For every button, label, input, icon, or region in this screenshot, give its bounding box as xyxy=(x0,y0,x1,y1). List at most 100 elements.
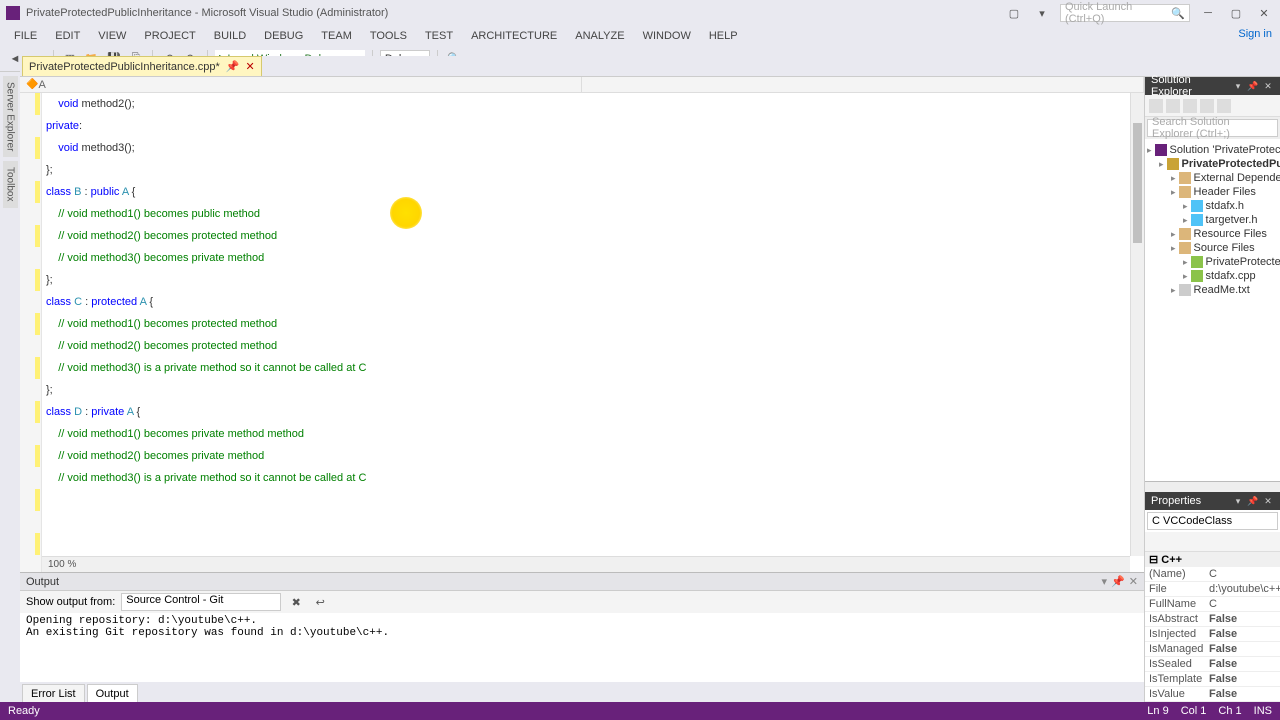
menu-file[interactable]: FILE xyxy=(6,28,45,44)
prop-value[interactable]: False xyxy=(1205,672,1280,687)
code-nav-bar: 🔶 A xyxy=(20,77,1144,93)
menu-help[interactable]: HELP xyxy=(701,28,746,44)
props-dropdown-icon[interactable]: ▾ xyxy=(1232,495,1244,507)
close-button[interactable]: ✕ xyxy=(1254,4,1274,22)
props-spacer xyxy=(1145,482,1280,492)
menu-architecture[interactable]: ARCHITECTURE xyxy=(463,28,565,44)
tree-item[interactable]: ▸stdafx.h xyxy=(1147,199,1278,213)
minimize-button[interactable]: ─ xyxy=(1198,4,1218,22)
output-dropdown-icon[interactable]: ▾ xyxy=(1102,575,1108,588)
editor-gutter xyxy=(20,93,42,572)
status-ch: Ch 1 xyxy=(1218,705,1241,717)
menu-edit[interactable]: EDIT xyxy=(47,28,88,44)
menu-view[interactable]: VIEW xyxy=(90,28,134,44)
left-tool-tabs: Server Explorer Toolbox xyxy=(0,72,20,702)
status-col: Col 1 xyxy=(1181,705,1207,717)
output-wrap-icon[interactable]: ↩ xyxy=(311,593,329,611)
member-dropdown[interactable] xyxy=(582,77,1144,92)
prop-value[interactable]: C xyxy=(1205,567,1280,582)
output-tab-error-list[interactable]: Error List xyxy=(22,684,85,702)
solution-tree[interactable]: ▸Solution 'PrivateProtectedPublicInherit… xyxy=(1145,139,1280,481)
tree-item[interactable]: ▸targetver.h xyxy=(1147,213,1278,227)
horizontal-scrollbar[interactable]: 100 % xyxy=(42,556,1130,572)
notification-icon[interactable]: ▢ xyxy=(1004,4,1024,22)
output-panel-header: Output ▾📌 ✕ xyxy=(20,573,1144,591)
window-title: PrivateProtectedPublicInheritance - Micr… xyxy=(26,7,388,19)
menu-build[interactable]: BUILD xyxy=(206,28,254,44)
tree-item[interactable]: ▸Solution 'PrivateProtectedPublicInherit… xyxy=(1147,143,1278,157)
solution-explorer-header: Solution Explorer ▾📌✕ xyxy=(1145,77,1280,95)
prop-key: IsTemplate xyxy=(1145,672,1205,687)
quick-launch-input[interactable]: Quick Launch (Ctrl+Q)🔍 xyxy=(1060,4,1190,22)
zoom-level[interactable]: 100 % xyxy=(42,554,82,573)
se-props-icon[interactable] xyxy=(1200,99,1214,113)
prop-key: IsAbstract xyxy=(1145,612,1205,627)
server-explorer-tab[interactable]: Server Explorer xyxy=(3,76,18,157)
menu-test[interactable]: TEST xyxy=(417,28,461,44)
output-tab-output[interactable]: Output xyxy=(87,684,138,702)
se-refresh-icon[interactable] xyxy=(1166,99,1180,113)
pin-icon[interactable]: 📌 xyxy=(226,60,240,73)
menu-analyze[interactable]: ANALYZE xyxy=(567,28,632,44)
document-tab[interactable]: PrivateProtectedPublicInheritance.cpp* 📌… xyxy=(22,56,262,76)
status-ready: Ready xyxy=(8,705,40,717)
tree-item[interactable]: ▸Source Files xyxy=(1147,241,1278,255)
props-object-dropdown[interactable]: C VCCodeClass xyxy=(1147,512,1278,530)
vertical-scrollbar[interactable] xyxy=(1130,93,1144,556)
document-tab-label: PrivateProtectedPublicInheritance.cpp* xyxy=(29,61,220,73)
prop-key: IsSealed xyxy=(1145,657,1205,672)
prop-value[interactable]: False xyxy=(1205,687,1280,702)
prop-value[interactable]: False xyxy=(1205,657,1280,672)
menu-project[interactable]: PROJECT xyxy=(136,28,203,44)
props-pin-icon[interactable]: 📌 xyxy=(1247,495,1259,507)
output-pin-icon[interactable]: 📌 xyxy=(1111,575,1125,588)
prop-value[interactable]: d:\youtube\c++\... xyxy=(1205,582,1280,597)
solution-search-input[interactable]: Search Solution Explorer (Ctrl+;) xyxy=(1147,119,1278,137)
se-showall-icon[interactable] xyxy=(1217,99,1231,113)
output-title: Output xyxy=(26,576,59,588)
se-dropdown-icon[interactable]: ▾ xyxy=(1232,80,1244,92)
prop-value[interactable]: False xyxy=(1205,612,1280,627)
se-home-icon[interactable] xyxy=(1149,99,1163,113)
tree-item[interactable]: ▸stdafx.cpp xyxy=(1147,269,1278,283)
tab-close-icon[interactable]: ✕ xyxy=(245,60,254,73)
menu-debug[interactable]: DEBUG xyxy=(256,28,311,44)
toolbox-tab[interactable]: Toolbox xyxy=(3,161,18,207)
properties-grid[interactable]: ⊟ C++(Name)CFiled:\youtube\c++\...FullNa… xyxy=(1145,552,1280,702)
tree-item[interactable]: ▸External Dependencies xyxy=(1147,171,1278,185)
output-text[interactable]: Opening repository: d:\youtube\c++. An e… xyxy=(20,613,1144,682)
output-clear-icon[interactable]: ✖ xyxy=(287,593,305,611)
props-close-icon[interactable]: ✕ xyxy=(1262,495,1274,507)
se-close-icon[interactable]: ✕ xyxy=(1262,80,1274,92)
tree-item[interactable]: ▸PrivateProtectedPublicInheritance xyxy=(1147,157,1278,171)
properties-header: Properties ▾📌✕ xyxy=(1145,492,1280,510)
se-pin-icon[interactable]: 📌 xyxy=(1247,80,1259,92)
tree-item[interactable]: ▸ReadMe.txt xyxy=(1147,283,1278,297)
tree-item[interactable]: ▸PrivateProtectedPublicInheritance.cpp xyxy=(1147,255,1278,269)
tree-item[interactable]: ▸Resource Files xyxy=(1147,227,1278,241)
sign-in-link[interactable]: Sign in xyxy=(1238,28,1272,40)
prop-value[interactable]: C xyxy=(1205,597,1280,612)
prop-value[interactable]: False xyxy=(1205,627,1280,642)
solution-explorer-toolbar xyxy=(1145,95,1280,117)
vs-logo-icon xyxy=(6,6,20,20)
tree-item[interactable]: ▸Header Files xyxy=(1147,185,1278,199)
menu-bar: FILEEDITVIEWPROJECTBUILDDEBUGTEAMTOOLSTE… xyxy=(0,26,1280,46)
prop-value[interactable]: False xyxy=(1205,642,1280,657)
output-close-icon[interactable]: ✕ xyxy=(1129,575,1138,588)
menu-window[interactable]: WINDOW xyxy=(635,28,699,44)
menu-tools[interactable]: TOOLS xyxy=(362,28,415,44)
code-editor[interactable]: void method2();private: void method3();}… xyxy=(20,93,1144,572)
prop-key: File xyxy=(1145,582,1205,597)
feedback-icon[interactable]: ▾ xyxy=(1032,4,1052,22)
prop-key: IsValue xyxy=(1145,687,1205,702)
props-toolbar xyxy=(1145,532,1280,552)
output-tabs: Error ListOutput xyxy=(20,682,1144,702)
maximize-button[interactable]: ▢ xyxy=(1226,4,1246,22)
document-tabs: PrivateProtectedPublicInheritance.cpp* 📌… xyxy=(20,56,1280,76)
title-bar: PrivateProtectedPublicInheritance - Micr… xyxy=(0,0,1280,26)
class-dropdown[interactable]: 🔶 A xyxy=(20,77,582,92)
output-source-dropdown[interactable]: Source Control - Git xyxy=(121,593,281,611)
se-collapse-icon[interactable] xyxy=(1183,99,1197,113)
menu-team[interactable]: TEAM xyxy=(313,28,360,44)
